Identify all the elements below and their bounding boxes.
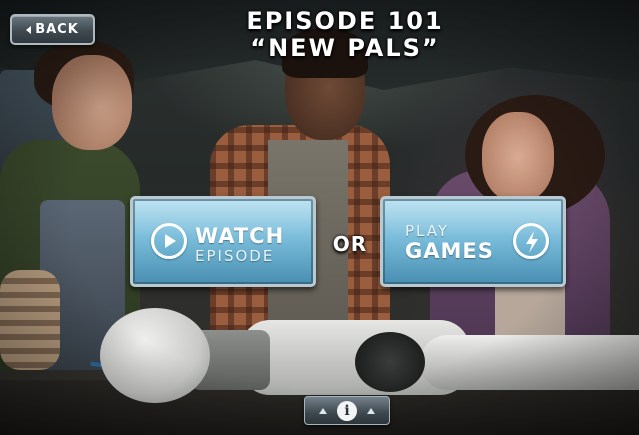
play-icon (151, 223, 187, 259)
back-button-label: BACK (35, 22, 79, 37)
episode-menu-screen: BACK EPISODE 101 “NEW PALS” WATCH EPISOD… (0, 0, 639, 435)
arrow-up-icon[interactable] (319, 407, 327, 414)
back-arrow-icon (26, 25, 32, 34)
episode-number: EPISODE 101 (246, 7, 444, 35)
back-button[interactable]: BACK (10, 14, 95, 45)
episode-label: EPISODE (195, 247, 275, 265)
episode-name: “NEW PALS” (250, 34, 440, 62)
arrow-up-icon[interactable] (367, 407, 375, 414)
play-games-button[interactable]: PLAY GAMES (380, 196, 566, 287)
lightning-icon (513, 223, 549, 259)
episode-title: EPISODE 101 “NEW PALS” (180, 8, 510, 62)
or-separator: OR (332, 232, 368, 256)
watch-episode-button[interactable]: WATCH EPISODE (130, 196, 316, 287)
play-label: PLAY (405, 222, 450, 240)
watch-label: WATCH (195, 224, 285, 248)
info-icon[interactable]: i (337, 400, 357, 421)
games-label: GAMES (405, 239, 494, 263)
play-games-label: PLAY GAMES (405, 223, 494, 263)
info-bar[interactable]: i (304, 396, 390, 425)
watch-episode-label: WATCH EPISODE (195, 225, 284, 265)
